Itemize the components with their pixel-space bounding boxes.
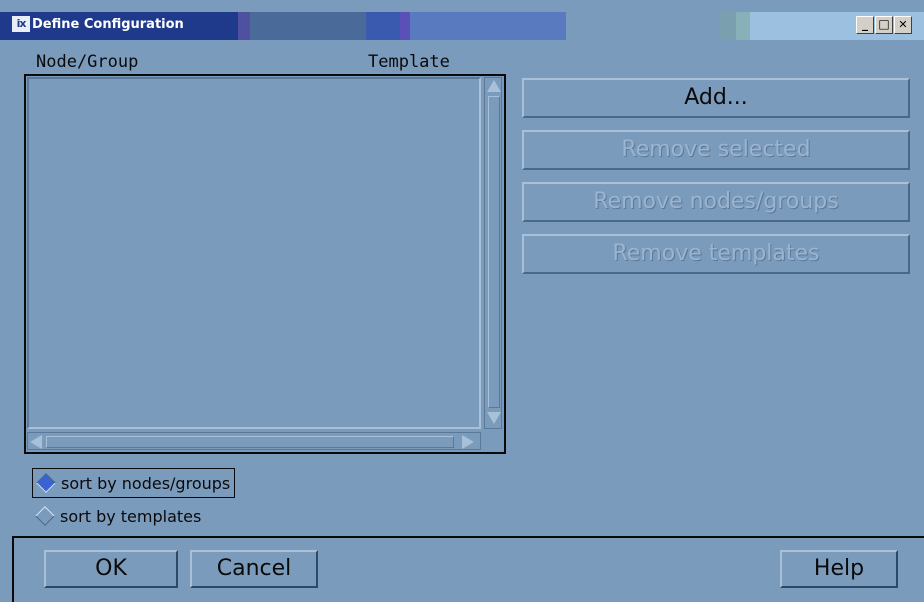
list-content-area[interactable] [27,77,481,429]
scroll-left-arrow-icon[interactable] [30,435,42,449]
add-button[interactable]: Add... [522,78,910,118]
radio-unselected-icon[interactable] [35,506,55,526]
ok-button[interactable]: OK [44,550,178,588]
help-button[interactable]: Help [780,550,898,588]
title-bar[interactable]: ix Define Configuration _ □ ✕ [0,0,924,40]
app-icon[interactable]: ix [12,16,30,32]
remove-selected-button[interactable]: Remove selected [522,130,910,170]
column-header-node-group: Node/Group [36,52,139,72]
node-template-list[interactable] [24,74,506,454]
minimize-button[interactable]: _ [856,16,874,34]
sort-by-nodes-radio[interactable]: sort by nodes/groups [32,468,236,498]
remove-templates-button[interactable]: Remove templates [522,234,910,274]
vertical-scroll-thumb[interactable] [488,96,500,408]
vertical-scrollbar[interactable] [484,77,502,429]
cancel-button[interactable]: Cancel [190,550,318,588]
column-header-template: Template [368,52,450,72]
sort-by-templates-radio[interactable]: sort by templates [32,501,205,531]
sort-by-templates-label: sort by templates [60,506,202,526]
maximize-button[interactable]: □ [875,16,893,34]
footer-separator [12,536,924,538]
footer-separator-left [12,536,14,602]
remove-nodes-groups-button[interactable]: Remove nodes/groups [522,182,910,222]
close-button[interactable]: ✕ [894,16,912,34]
sort-by-nodes-label: sort by nodes/groups [61,473,231,493]
window-title: Define Configuration [32,17,184,32]
horizontal-scrollbar[interactable] [27,432,481,450]
horizontal-scroll-thumb[interactable] [46,436,454,448]
radio-selected-icon[interactable] [36,473,56,493]
scroll-down-arrow-icon[interactable] [487,412,501,424]
scroll-right-arrow-icon[interactable] [462,435,474,449]
scroll-up-arrow-icon[interactable] [487,80,501,92]
